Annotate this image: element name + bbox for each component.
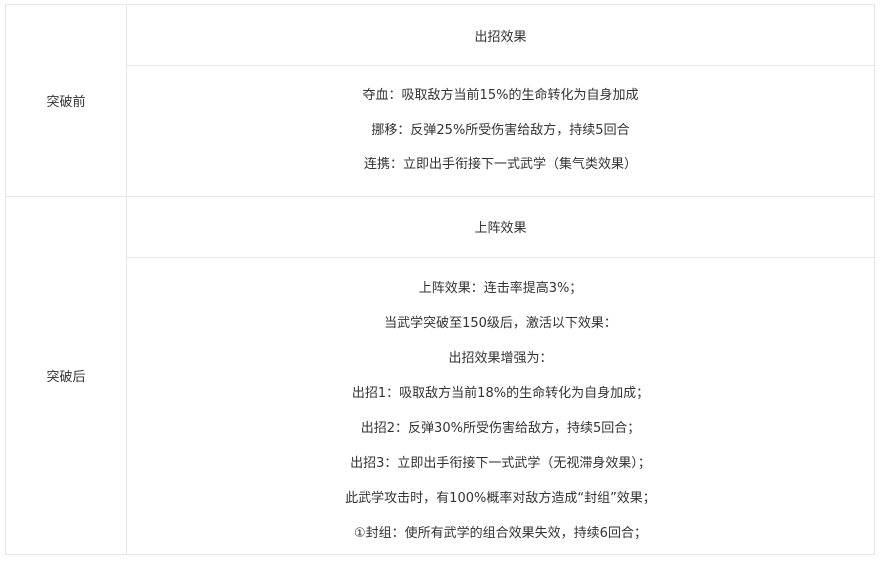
effect-line: 上阵效果：连击率提高3%； — [418, 280, 583, 296]
table-row: 突破前 出招效果 — [5, 4, 875, 197]
header-cell-before: 出招效果 — [126, 4, 875, 66]
row-label-before: 突破前 — [5, 4, 127, 197]
effect-line: 出招2：反弹30%所受伤害给敌方，持续5回合； — [360, 421, 641, 437]
effect-line: 夺血：吸取敌方当前15%的生命转化为自身加成 — [362, 88, 639, 103]
effect-line: 挪移：反弹25%所受伤害给敌方，持续5回合 — [371, 122, 630, 138]
effect-line: ①封组：使所有武学的组合效果失效，持续6回合； — [354, 526, 647, 542]
content-cell-before: 夺血：吸取敌方当前15%的生命转化为自身加成 挪移：反弹25%所受伤害给敌方，持… — [126, 65, 875, 197]
effect-line: 连携：立即出手衔接下一式武学（集气类效果） — [363, 157, 637, 173]
table-row: 上阵效果：连击率提高3%； 当武学突破至150级后，激活以下效果： 出招效果增强… — [6, 256, 875, 555]
skill-effects-table: 突破前 出招效果 夺血：吸取敌方当前15%的生命转化为自身加成 挪移：反弹25%… — [5, 4, 875, 555]
effect-line: 出招效果增强为： — [448, 350, 553, 366]
effect-line: 出招1：吸取敌方当前18%的生命转化为自身加成； — [351, 386, 650, 402]
effect-line: 当武学突破至150级后，激活以下效果： — [384, 315, 617, 331]
header-cell-after: 上阵效果 — [126, 195, 875, 258]
table-row: 夺血：吸取敌方当前15%的生命转化为自身加成 挪移：反弹25%所受伤害给敌方，持… — [6, 65, 875, 197]
table-row: 突破后 上阵效果 — [5, 195, 875, 555]
effect-line: 此武学攻击时，有100%概率对敌方造成“封组”效果； — [345, 491, 656, 507]
row-label-after: 突破后 — [5, 195, 127, 555]
content-cell-after: 上阵效果：连击率提高3%； 当武学突破至150级后，激活以下效果： 出招效果增强… — [126, 256, 875, 555]
effect-list-after: 上阵效果：连击率提高3%； 当武学突破至150级后，激活以下效果： 出招效果增强… — [127, 258, 874, 554]
effect-list-before: 夺血：吸取敌方当前15%的生命转化为自身加成 挪移：反弹25%所受伤害给敌方，持… — [127, 66, 874, 196]
effect-line: 出招3：立即出手衔接下一式武学（无视滞身效果）； — [350, 456, 651, 472]
